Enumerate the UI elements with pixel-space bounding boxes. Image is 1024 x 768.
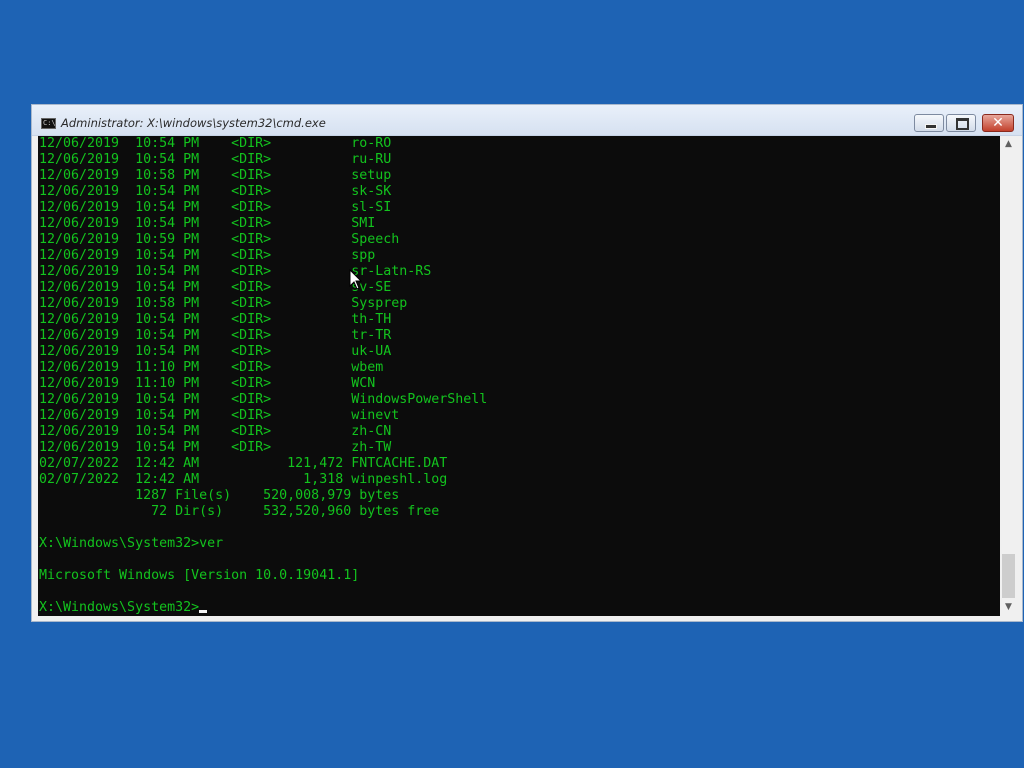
- console-line: 12/06/2019 10:54 PM <DIR> th-TH: [39, 312, 392, 327]
- console-line: 12/06/2019 10:54 PM <DIR> sk-SK: [39, 184, 392, 199]
- desktop-background: C:\ Administrator: X:\windows\system32\c…: [0, 0, 1024, 768]
- console-output[interactable]: 12/06/2019 10:54 PM <DIR> ro-RO 12/06/201…: [38, 136, 1000, 616]
- console-line: 02/07/2022 12:42 AM 1,318 winpeshl.log: [39, 472, 448, 487]
- console-line: 12/06/2019 10:58 PM <DIR> setup: [39, 168, 392, 183]
- console-line: 12/06/2019 10:54 PM <DIR> sv-SE: [39, 280, 392, 295]
- minimize-button[interactable]: [914, 114, 944, 132]
- scroll-thumb[interactable]: [1002, 554, 1015, 598]
- console-line: 12/06/2019 10:54 PM <DIR> winevt: [39, 408, 400, 423]
- console-line: 12/06/2019 10:54 PM <DIR> WindowsPowerSh…: [39, 392, 488, 407]
- window-title: Administrator: X:\windows\system32\cmd.e…: [61, 116, 326, 130]
- console-text: 12/06/2019 10:54 PM <DIR> ro-RO 12/06/201…: [39, 136, 487, 616]
- vertical-scrollbar[interactable]: ▲ ▼: [1000, 136, 1017, 616]
- console-line: 72 Dir(s) 532,520,960 bytes free: [39, 504, 440, 519]
- maximize-icon: [956, 118, 969, 130]
- console-line: Microsoft Windows [Version 10.0.19041.1]: [39, 568, 360, 583]
- cmd-window[interactable]: C:\ Administrator: X:\windows\system32\c…: [31, 104, 1023, 622]
- cmd-icon[interactable]: C:\: [41, 118, 56, 129]
- scroll-up-arrow-icon[interactable]: ▲: [1000, 136, 1017, 153]
- console-line: 12/06/2019 11:10 PM <DIR> WCN: [39, 376, 376, 391]
- minimize-icon: [925, 124, 937, 129]
- console-line: 12/06/2019 10:54 PM <DIR> uk-UA: [39, 344, 392, 359]
- close-button[interactable]: ✕: [982, 114, 1014, 132]
- console-line: 1287 File(s) 520,008,979 bytes: [39, 488, 400, 503]
- console-line: 12/06/2019 10:54 PM <DIR> sr-Latn-RS: [39, 264, 432, 279]
- scroll-down-arrow-icon[interactable]: ▼: [1000, 599, 1017, 616]
- console-line: 12/06/2019 10:54 PM <DIR> ro-RO: [39, 136, 392, 151]
- maximize-button[interactable]: [946, 114, 976, 132]
- console-line: 12/06/2019 10:54 PM <DIR> SMI: [39, 216, 376, 231]
- console-line: 12/06/2019 10:54 PM <DIR> zh-CN: [39, 424, 392, 439]
- console-line: 12/06/2019 11:10 PM <DIR> wbem: [39, 360, 384, 375]
- console-line: 12/06/2019 10:54 PM <DIR> spp: [39, 248, 376, 263]
- console-line: 12/06/2019 10:54 PM <DIR> ru-RU: [39, 152, 392, 167]
- console-line: 12/06/2019 10:58 PM <DIR> Sysprep: [39, 296, 408, 311]
- mouse-pointer-icon: [349, 269, 363, 290]
- console-line: 12/06/2019 10:54 PM <DIR> sl-SI: [39, 200, 392, 215]
- close-icon: ✕: [992, 115, 1004, 131]
- console-line: X:\Windows\System32>: [39, 600, 487, 616]
- console-line: 12/06/2019 10:54 PM <DIR> zh-TW: [39, 440, 392, 455]
- console-line: 12/06/2019 10:59 PM <DIR> Speech: [39, 232, 400, 247]
- title-bar[interactable]: C:\ Administrator: X:\windows\system32\c…: [32, 105, 1022, 136]
- console-line: 12/06/2019 10:54 PM <DIR> tr-TR: [39, 328, 392, 343]
- console-line: 02/07/2022 12:42 AM 121,472 FNTCACHE.DAT: [39, 456, 448, 471]
- text-cursor: [199, 610, 208, 613]
- console-line: X:\Windows\System32>ver: [39, 536, 224, 551]
